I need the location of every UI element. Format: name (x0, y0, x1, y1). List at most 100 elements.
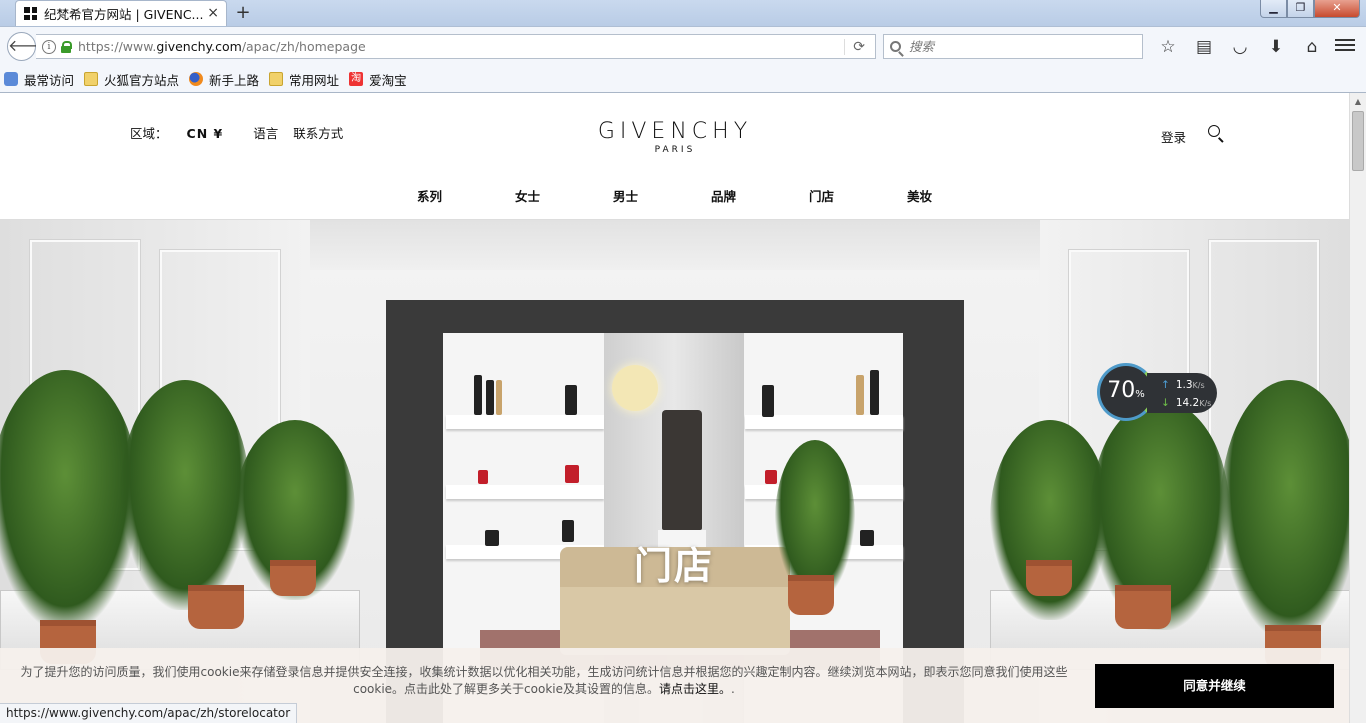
new-tab-button[interactable]: + (232, 2, 254, 24)
nav-brand[interactable]: 品牌 (675, 186, 773, 205)
site-header: 区域： CN ¥ 语言 联系方式 GIVENCHY PARIS 登录 (0, 93, 1349, 175)
nav-stores[interactable]: 门店 (773, 186, 871, 205)
close-tab-icon[interactable]: × (207, 6, 219, 20)
shoe (562, 520, 574, 542)
accept-cookies-button[interactable]: 同意并继续 (1095, 664, 1334, 708)
browser-search-input[interactable] (909, 39, 1129, 54)
bookmark-aitaobao[interactable]: 淘爱淘宝 (349, 70, 407, 89)
utility-links: 区域： CN ¥ 语言 联系方式 (130, 123, 358, 142)
folder-icon (84, 72, 99, 86)
folder-icon (269, 72, 284, 86)
window-close-button[interactable]: ✕ (1314, 0, 1360, 18)
ceiling (310, 220, 1040, 270)
hamburger-menu-icon[interactable] (1335, 36, 1355, 56)
login-link[interactable]: 登录 (1161, 127, 1186, 146)
scroll-up-icon[interactable]: ▲ (1350, 93, 1366, 110)
bookmark-label: 爱淘宝 (369, 72, 407, 88)
cookie-text: 为了提升您的访问质量，我们使用cookie来存储登录信息并提供安全连接，收集统计… (20, 665, 1068, 696)
bookmark-firefox-official[interactable]: 火狐官方站点 (84, 70, 179, 89)
url-text[interactable]: https://www.givenchy.com/apac/zh/homepag… (78, 39, 366, 54)
browser-search-box[interactable] (883, 34, 1143, 59)
flower-pot (788, 575, 834, 615)
upload-unit: K/s (1192, 381, 1205, 390)
bookmark-getting-started[interactable]: 新手上路 (189, 70, 259, 89)
boot (870, 370, 879, 415)
shelf (745, 415, 903, 429)
bookmarks-toolbar: 最常访问 火狐官方站点 新手上路 常用网址 淘爱淘宝 (0, 66, 1366, 93)
heel (478, 470, 488, 484)
shoe (485, 530, 499, 546)
region-value: CN ¥ (186, 126, 224, 141)
main-navigation: 系列 女士 男士 品牌 门店 美妆 (0, 186, 1349, 205)
boot (762, 385, 774, 417)
bookmark-common-sites[interactable]: 常用网址 (269, 70, 339, 89)
speed-percent: 70 (1107, 378, 1136, 403)
contact-link[interactable]: 联系方式 (293, 123, 343, 142)
tab-strip: 纪梵希官方网站 | GIVENC... × + ▁ ❐ ✕ (0, 0, 1366, 26)
boot (474, 375, 482, 415)
site-search-icon[interactable] (1208, 125, 1220, 137)
minimize-button[interactable]: ▁ (1260, 0, 1287, 18)
cookie-message: 为了提升您的访问质量，我们使用cookie来存储登录信息并提供安全连接，收集统计… (14, 664, 1074, 698)
address-bar[interactable]: i https://www.givenchy.com/apac/zh/homep… (36, 34, 876, 59)
bookmark-star-icon[interactable]: ☆ (1150, 36, 1186, 58)
nav-men[interactable]: 男士 (577, 186, 675, 205)
orchid-plant (1220, 380, 1349, 640)
nav-beauty[interactable]: 美妆 (871, 186, 969, 205)
cookie-period: 。 (647, 682, 660, 696)
download-icon[interactable]: ⬇ (1258, 36, 1294, 58)
url-domain: givenchy.com (156, 39, 242, 54)
site-info-icon[interactable]: i (42, 39, 56, 54)
scrollbar-thumb[interactable] (1352, 111, 1364, 171)
region-selector[interactable]: 区域： CN ¥ (130, 123, 238, 142)
flower-pot (1026, 560, 1072, 596)
boot (486, 380, 494, 415)
boot (856, 375, 864, 415)
home-icon[interactable]: ⌂ (1294, 36, 1330, 58)
tab-title: 纪梵希官方网站 | GIVENC... (44, 7, 204, 22)
language-link[interactable]: 语言 (253, 123, 278, 142)
download-speed: 14.2 (1175, 397, 1200, 409)
url-prefix: https://www. (78, 39, 157, 54)
page-scrollbar[interactable]: ▲ (1349, 93, 1366, 723)
back-button[interactable]: 🡐 (7, 32, 51, 61)
shoe (860, 530, 874, 546)
restore-button[interactable]: ❐ (1287, 0, 1314, 18)
givenchy-logo[interactable]: GIVENCHY PARIS (560, 119, 790, 155)
browser-tab-givenchy[interactable]: 纪梵希官方网站 | GIVENC... × (15, 0, 227, 26)
logo-wordmark: GIVENCHY (597, 119, 753, 144)
most-visited-icon (4, 72, 18, 86)
upload-speed: 1.3 (1175, 379, 1193, 391)
navigation-toolbar: 🡐 i https://www.givenchy.com/apac/zh/hom… (0, 26, 1366, 66)
nav-women[interactable]: 女士 (479, 186, 577, 205)
bookmark-label: 新手上路 (209, 72, 260, 88)
boot (565, 385, 577, 415)
heel (565, 465, 579, 483)
bookmark-most-visited[interactable]: 最常访问 (4, 70, 74, 89)
download-arrow-icon: ↓ (1161, 397, 1170, 409)
cookie-more-link[interactable]: 请点击这里。 (659, 682, 731, 696)
reload-icon[interactable]: ⟳ (844, 39, 865, 55)
download-unit: K/s (1199, 399, 1212, 408)
link-status-bar: https://www.givenchy.com/apac/zh/storelo… (0, 703, 298, 723)
window-controls: ▁ ❐ ✕ (1260, 0, 1360, 18)
boot (496, 380, 502, 415)
nav-collections[interactable]: 系列 (381, 186, 479, 205)
reading-list-icon[interactable]: ▤ (1186, 36, 1222, 58)
lock-icon[interactable] (61, 41, 72, 53)
hero-title[interactable]: 门店 (574, 535, 774, 590)
taobao-icon: 淘 (349, 72, 364, 86)
bookmark-label: 火狐官方站点 (104, 72, 180, 88)
toolbar-icons: ☆ ▤ ◡ ⬇ ⌂ (1150, 36, 1330, 58)
network-speed-widget[interactable]: 70% ↑ 1.3K/s ↓ 14.2K/s (1097, 363, 1217, 421)
givenchy-favicon-icon (24, 7, 37, 20)
sculpture (662, 410, 702, 530)
orchid-plant (120, 380, 250, 610)
pocket-icon[interactable]: ◡ (1222, 36, 1258, 58)
flower-pot (270, 560, 316, 596)
search-icon (890, 41, 901, 52)
url-path: /apac/zh/homepage (241, 39, 366, 54)
upload-arrow-icon: ↑ (1161, 379, 1170, 391)
cookie-tail: . (731, 682, 735, 696)
shelf (446, 485, 604, 499)
